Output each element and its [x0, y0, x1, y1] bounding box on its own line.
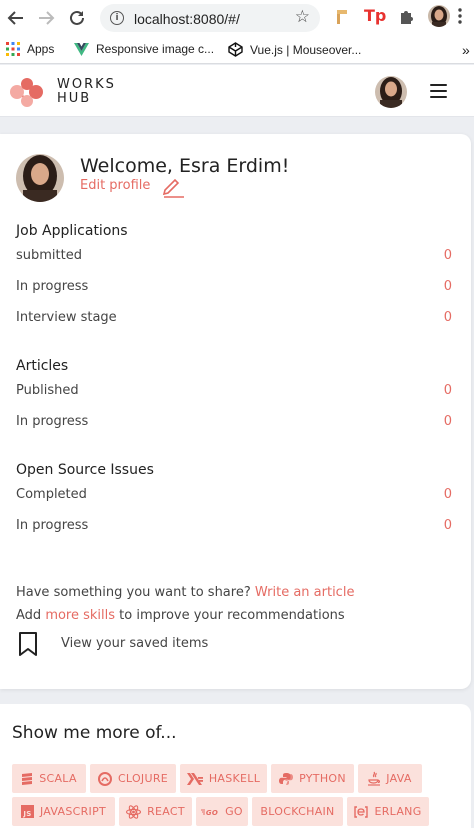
add-text: Add	[16, 608, 42, 623]
more-skills-link[interactable]: more skills	[45, 608, 115, 623]
dashboard-card: Welcome, Esra Erdim! Edit profile Job Ap…	[0, 134, 471, 689]
avatar[interactable]	[375, 76, 407, 108]
tp-extension-icon[interactable]: Tp	[364, 6, 386, 25]
bookmark-responsive-image[interactable]: Responsive image c...	[74, 42, 214, 56]
share-text: Have something you want to share?	[16, 585, 251, 600]
share-prompt: Have something you want to share? Write …	[16, 585, 354, 600]
tag-javascript[interactable]: JS JAVASCRIPT	[12, 797, 115, 826]
java-icon	[368, 771, 381, 786]
back-arrow-icon[interactable]	[4, 6, 28, 30]
row-count-articles-in-progress[interactable]: 0	[444, 414, 452, 429]
clojure-icon	[97, 771, 112, 786]
tag-react[interactable]: REACT	[119, 797, 192, 826]
scala-icon	[22, 772, 33, 785]
row-count-issues-in-progress[interactable]: 0	[444, 518, 452, 533]
bookmark-label: Vue.js | Mouseover...	[250, 42, 362, 57]
tag-erlang[interactable]: ERLANG	[347, 797, 429, 826]
tag-python[interactable]: PYTHON	[271, 764, 354, 793]
tag-clojure[interactable]: CLOJURE	[90, 764, 176, 793]
bookmark-label: Responsive image c...	[96, 42, 215, 56]
svg-text:GO: GO	[206, 809, 218, 817]
more-menu-icon[interactable]	[458, 8, 462, 29]
row-label-articles-in-progress: In progress	[16, 414, 89, 429]
row-label-in-progress: In progress	[16, 279, 89, 294]
apps-grid-icon	[6, 42, 20, 56]
codepen-icon	[228, 42, 243, 57]
welcome-heading: Welcome, Esra Erdim!	[80, 155, 290, 177]
works-hub-logo-icon[interactable]	[8, 76, 46, 108]
bookmark-icon[interactable]	[18, 631, 38, 657]
row-count-completed[interactable]: 0	[444, 487, 452, 502]
tag-label: GO	[225, 805, 243, 818]
tag-go[interactable]: GO GO	[196, 797, 248, 826]
bookmark-label: Apps	[27, 42, 55, 56]
browser-toolbar: i localhost:8080/#/ ☆ Tp	[0, 0, 474, 36]
site-info-icon[interactable]: i	[110, 11, 124, 25]
logo-hub: HUB	[57, 91, 92, 106]
tag-label: BLOCKCHAIN	[260, 805, 335, 818]
bookmark-vuejs-mouseover[interactable]: Vue.js | Mouseover...	[228, 42, 361, 57]
tag-label: JAVASCRIPT	[39, 805, 107, 818]
address-url[interactable]: localhost:8080/#/	[134, 11, 240, 27]
javascript-icon: JS	[20, 805, 34, 818]
logo-wordmark[interactable]: WORKS HUB	[57, 78, 116, 106]
profile-avatar	[16, 154, 64, 202]
row-count-in-progress[interactable]: 0	[444, 279, 452, 294]
row-label-interview-stage: Interview stage	[16, 310, 117, 325]
address-bar[interactable]: i localhost:8080/#/ ☆	[100, 4, 320, 32]
show-more-title: Show me more of...	[12, 723, 177, 743]
profile-avatar-small[interactable]	[428, 5, 450, 27]
improve-text: to improve your recommendations	[119, 608, 345, 623]
saved-items-link[interactable]: View your saved items	[61, 636, 208, 651]
row-label-published: Published	[16, 383, 79, 398]
tag-label: REACT	[147, 805, 185, 818]
svg-text:JS: JS	[22, 810, 31, 818]
tag-label: SCALA	[39, 772, 77, 785]
erlang-icon	[354, 805, 369, 818]
tag-label: ERLANG	[374, 805, 422, 818]
python-icon	[279, 772, 294, 785]
extension-icon[interactable]	[334, 8, 350, 31]
section-title-job-applications: Job Applications	[16, 223, 128, 239]
puzzle-icon[interactable]	[398, 8, 416, 31]
forward-arrow-icon[interactable]	[34, 6, 58, 30]
tag-blockchain[interactable]: BLOCKCHAIN	[252, 797, 343, 826]
section-title-open-source-issues: Open Source Issues	[16, 462, 154, 478]
row-count-interview-stage[interactable]: 0	[444, 310, 452, 325]
tag-label: JAVA	[386, 772, 412, 785]
row-label-completed: Completed	[16, 487, 87, 502]
hamburger-menu-icon[interactable]	[430, 84, 447, 98]
row-count-published[interactable]: 0	[444, 383, 452, 398]
pencil-icon[interactable]	[160, 177, 186, 199]
go-icon: GO	[201, 809, 218, 817]
skills-prompt: Add more skills to improve your recommen…	[16, 608, 345, 623]
bookmark-apps[interactable]: Apps	[6, 42, 54, 56]
tag-scala[interactable]: SCALA	[12, 764, 86, 793]
tag-java[interactable]: JAVA	[358, 764, 422, 793]
reload-icon[interactable]	[65, 6, 89, 30]
row-label-issues-in-progress: In progress	[16, 518, 89, 533]
app-header: WORKS HUB	[0, 65, 474, 117]
tag-haskell[interactable]: HASKELL	[180, 764, 267, 793]
section-title-articles: Articles	[16, 358, 69, 374]
haskell-icon	[186, 772, 203, 785]
tag-label: HASKELL	[208, 772, 261, 785]
edit-profile-link[interactable]: Edit profile	[80, 178, 150, 193]
tag-label: CLOJURE	[117, 772, 169, 785]
row-label-submitted: submitted	[16, 248, 82, 263]
logo-works: WORKS	[57, 77, 116, 92]
vue-logo-icon	[74, 42, 89, 56]
more-bookmarks-chevron[interactable]: »	[462, 42, 470, 58]
show-more-card: Show me more of... SCALA CLOJURE HASKELL…	[0, 704, 471, 828]
bookmark-star-icon[interactable]: ☆	[295, 7, 310, 27]
row-count-submitted[interactable]: 0	[444, 248, 452, 263]
bookmarks-bar: Apps Responsive image c... Vue.js | Mous…	[0, 36, 474, 64]
react-icon	[126, 804, 142, 819]
write-article-link[interactable]: Write an article	[255, 585, 355, 600]
tag-label: PYTHON	[299, 772, 346, 785]
